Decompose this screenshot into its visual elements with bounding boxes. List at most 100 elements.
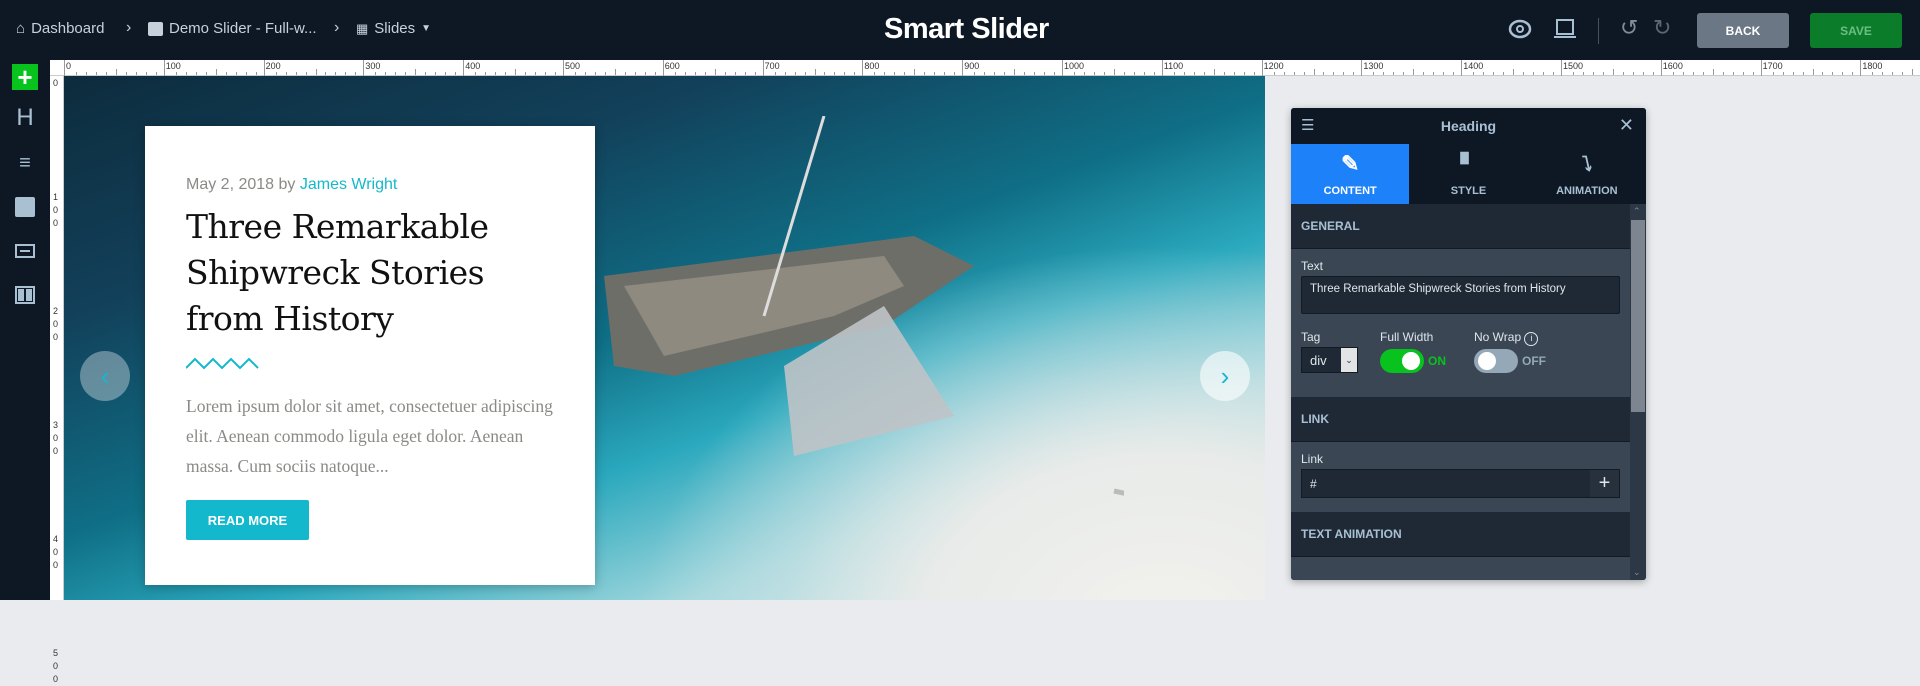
plus-icon[interactable]: + xyxy=(1590,470,1619,497)
slide-content-card: May 2, 2018 by James Wright Three Remark… xyxy=(145,126,595,585)
ruler-label: 300 xyxy=(365,61,381,71)
info-icon[interactable]: i xyxy=(1524,332,1539,346)
ruler-tick xyxy=(1034,72,1036,75)
scroll-down-icon[interactable]: ⌄ xyxy=(1633,567,1641,578)
ruler-label: 700 xyxy=(764,61,780,71)
next-arrow-button[interactable]: › xyxy=(1200,351,1250,401)
ruler-tick xyxy=(854,72,856,75)
ruler-tick xyxy=(762,60,764,76)
grid-icon: ▦ xyxy=(356,20,369,36)
ruler-tick xyxy=(363,60,365,76)
section-general[interactable]: GENERAL xyxy=(1291,204,1630,249)
link-input[interactable]: # + xyxy=(1301,469,1620,498)
ruler-tick xyxy=(1652,72,1654,75)
tab-content[interactable]: ✎ CONTENT xyxy=(1291,144,1410,204)
lightning-icon: ⭝ xyxy=(1581,153,1592,176)
ruler-label: 1300 xyxy=(1363,61,1384,71)
ruler-tick xyxy=(1553,72,1555,75)
ruler-tick xyxy=(1622,72,1624,75)
ruler-tick xyxy=(275,72,277,75)
ruler-tick xyxy=(1543,72,1545,75)
add-layer-plus-icon[interactable]: + xyxy=(12,62,38,92)
back-button[interactable]: BACK xyxy=(1697,13,1789,48)
panel-tabs: ✎ CONTENT ▘ STYLE ⭝ ANIMATION xyxy=(1291,144,1646,204)
text-icon[interactable]: ≡ xyxy=(12,150,38,176)
breadcrumb-slider[interactable]: Demo Slider - Full-w... xyxy=(148,20,317,37)
chevron-left-icon: ‹ xyxy=(100,360,110,391)
tab-animation[interactable]: ⭝ ANIMATION xyxy=(1528,144,1646,204)
ruler-tick xyxy=(1912,69,1914,75)
author-link[interactable]: James Wright xyxy=(300,176,398,193)
ruler-tick xyxy=(435,72,437,75)
ruler-tick xyxy=(1642,72,1644,75)
chevron-right-icon: › xyxy=(126,19,132,36)
close-icon[interactable]: ✕ xyxy=(1619,115,1634,136)
ruler-label: 1600 xyxy=(1662,61,1683,71)
ruler-tick xyxy=(1812,69,1814,75)
undo-icon[interactable]: ↺ xyxy=(1620,15,1638,41)
full-width-toggle[interactable] xyxy=(1380,349,1424,373)
columns-icon[interactable] xyxy=(12,282,38,308)
button-icon[interactable] xyxy=(12,238,38,264)
read-more-button[interactable]: READ MORE xyxy=(186,500,309,540)
ruler-tick xyxy=(345,72,347,75)
slide-body-text[interactable]: Lorem ipsum dolor sit amet, consectetuer… xyxy=(186,391,566,481)
no-wrap-label: No Wrap i xyxy=(1474,330,1539,346)
ruler-label: 400 xyxy=(53,534,59,570)
text-textarea[interactable]: Three Remarkable Shipwreck Stories from … xyxy=(1301,276,1620,314)
preview-eye-icon[interactable] xyxy=(1508,18,1532,40)
breadcrumb-dashboard[interactable]: ⌂ Dashboard xyxy=(16,20,104,37)
ruler-label: 1400 xyxy=(1463,61,1484,71)
ruler-tick xyxy=(1062,60,1063,76)
slide-heading[interactable]: Three Remarkable Shipwreck Stories from … xyxy=(186,204,516,342)
ruler-tick xyxy=(1772,72,1774,75)
ruler-tick xyxy=(1443,72,1445,75)
ruler-tick xyxy=(1860,60,1862,76)
ruler-tick xyxy=(694,72,696,75)
scrollbar-thumb[interactable] xyxy=(1631,220,1645,412)
ruler-tick xyxy=(1832,72,1834,75)
section-text-animation[interactable]: TEXT ANIMATION xyxy=(1291,512,1630,557)
ruler-tick xyxy=(1173,72,1175,75)
save-button[interactable]: SAVE xyxy=(1810,13,1902,48)
ruler-tick xyxy=(1722,72,1724,75)
slide-canvas[interactable]: May 2, 2018 by James Wright Three Remark… xyxy=(64,76,1265,600)
ruler-label: 900 xyxy=(964,61,980,71)
ruler-tick xyxy=(1283,72,1285,75)
ruler-tick xyxy=(984,72,986,75)
horizontal-ruler: 0 100 200 300 400 500 600 700 800 900 1000 1100 1200… xyxy=(50,60,1920,76)
ruler-tick xyxy=(684,72,686,75)
ruler-tick xyxy=(604,72,606,75)
image-icon[interactable] xyxy=(12,194,38,220)
tab-style[interactable]: ▘ STYLE xyxy=(1409,144,1527,204)
ruler-tick xyxy=(1044,72,1046,75)
ruler-tick xyxy=(1313,69,1315,75)
ruler-tick xyxy=(1373,72,1375,75)
heading-icon[interactable]: H xyxy=(12,104,38,131)
ruler-tick xyxy=(884,72,886,75)
ruler-tick xyxy=(1742,72,1744,75)
breadcrumb-slides[interactable]: ▦ Slides ▼ xyxy=(356,20,431,37)
ruler-tick xyxy=(95,72,97,75)
ruler-label: 1700 xyxy=(1762,61,1783,71)
link-fields: Link # + xyxy=(1291,442,1630,512)
no-wrap-toggle[interactable] xyxy=(1474,349,1518,373)
ruler-tick xyxy=(155,72,157,75)
redo-icon[interactable]: ↻ xyxy=(1653,15,1671,41)
prev-arrow-button[interactable]: ‹ xyxy=(80,351,130,401)
ruler-tick xyxy=(1802,72,1804,75)
ruler-tick xyxy=(263,60,265,76)
ruler-tick xyxy=(1193,72,1195,75)
image-icon xyxy=(148,21,163,36)
laptop-icon[interactable] xyxy=(1553,18,1577,40)
panel-scrollbar[interactable]: ⌃ ⌄ xyxy=(1630,204,1646,580)
ruler-tick xyxy=(584,72,586,75)
ruler-tick xyxy=(335,72,337,75)
text-animation-fields xyxy=(1291,557,1630,580)
tag-select[interactable]: div ⌄ xyxy=(1301,347,1358,373)
ruler-tick xyxy=(1333,72,1335,75)
scroll-up-icon[interactable]: ⌃ xyxy=(1633,206,1641,217)
section-link[interactable]: LINK xyxy=(1291,397,1630,442)
ruler-tick xyxy=(1014,69,1016,75)
ruler-tick xyxy=(1343,72,1345,75)
